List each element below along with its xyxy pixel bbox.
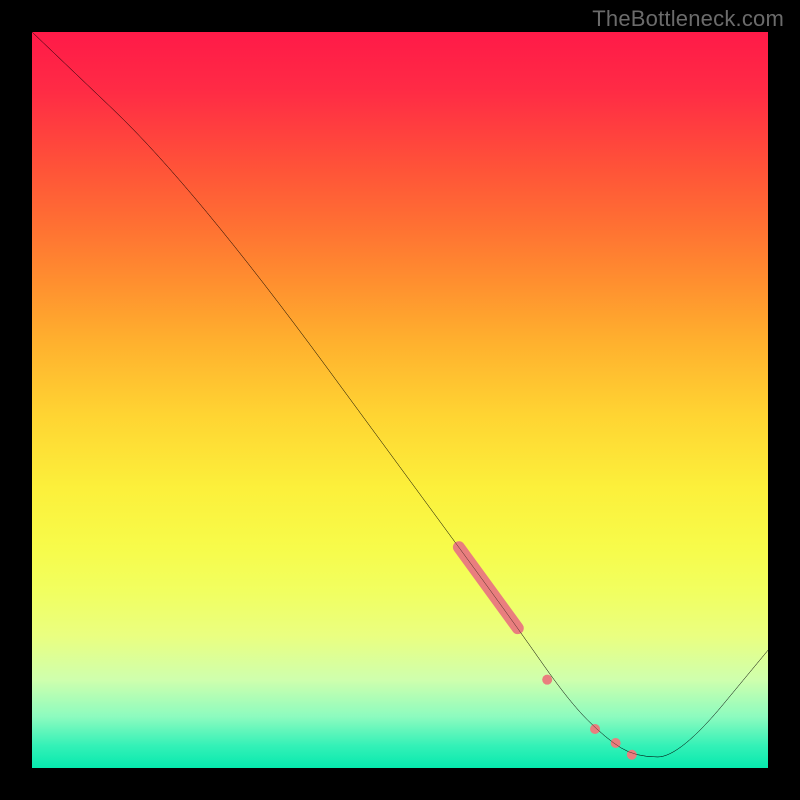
highlight-dot xyxy=(542,675,552,685)
highlight-dot xyxy=(590,724,600,734)
curve-layer xyxy=(32,32,768,757)
main-curve xyxy=(32,32,768,757)
chart-svg xyxy=(32,32,768,768)
highlight-dot xyxy=(627,750,637,760)
main-curve-overlay xyxy=(32,32,768,757)
plot-area xyxy=(32,32,768,768)
marker-layer xyxy=(459,547,637,760)
watermark-text: TheBottleneck.com xyxy=(592,6,784,32)
chart-root: TheBottleneck.com xyxy=(0,0,800,800)
highlight-dot xyxy=(611,738,621,748)
